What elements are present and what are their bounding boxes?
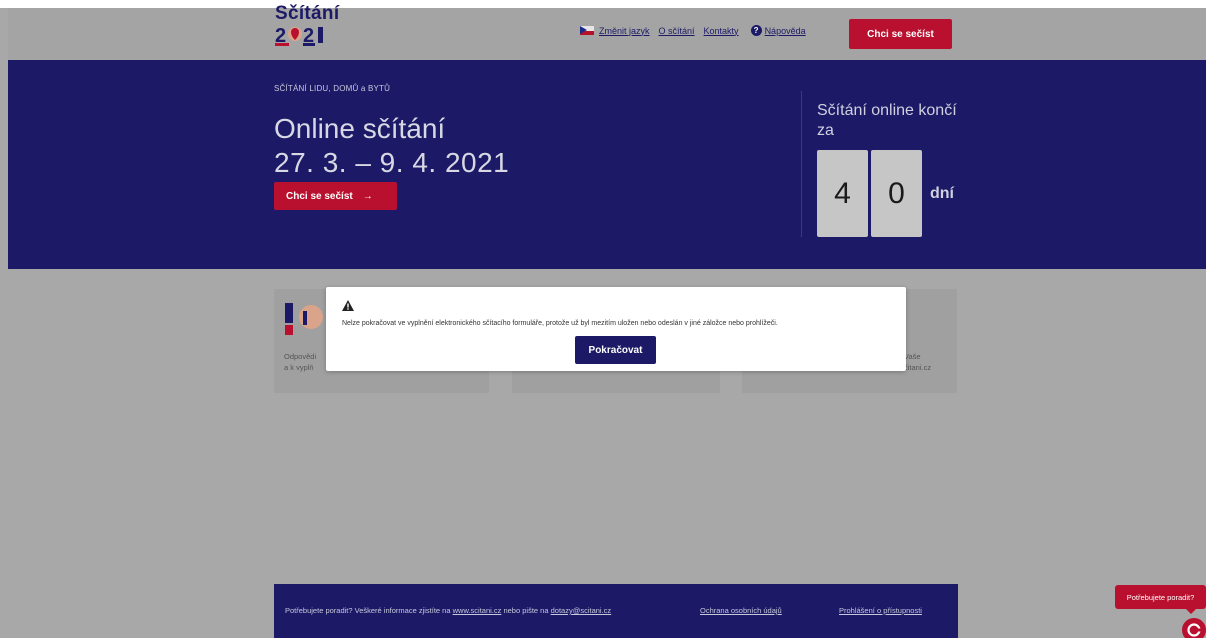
footer-text-before: Potřebujete poradit? Veškeré informace z… [285, 606, 451, 615]
arrow-right-icon: → [362, 190, 373, 202]
footer-help-text: Potřebujete poradit? Veškeré informace z… [285, 606, 611, 615]
continue-button[interactable]: Pokračovat [575, 336, 656, 364]
hero-start-census-button[interactable]: Chci se sečíst → [274, 182, 397, 210]
header-start-census-button[interactable]: Chci se sečíst [849, 19, 952, 49]
hero-dates: 27. 3. – 9. 4. 2021 [274, 147, 510, 178]
hero-divider [801, 91, 802, 237]
footer-text-middle: nebo pište na [503, 606, 549, 615]
logo-word: Sčítání [275, 3, 340, 24]
hero-banner [8, 60, 1206, 269]
warning-dialog: Nelze pokračovat ve vyplnění elektronick… [326, 287, 906, 371]
card-text: Vaše čitani.cz [904, 351, 931, 373]
countdown-digit-ones: 0 [871, 150, 922, 237]
card-text: Odpovědi a k vyplň [284, 351, 316, 373]
card-text-line: Odpovědi [284, 352, 317, 361]
top-strip [0, 0, 1206, 8]
card-text-line: a k vyplň [284, 363, 314, 372]
czech-flag-icon [580, 26, 594, 35]
privacy-link[interactable]: Ochrana osobních údajů [700, 606, 782, 615]
card-text-line: Vaše [904, 352, 921, 361]
hero-title: Online sčítání [274, 113, 446, 144]
footer-web-link[interactable]: www.scitani.cz [453, 606, 502, 615]
help-question-icon: ? [750, 25, 762, 36]
footer-email-link[interactable]: dotazy@scitani.cz [551, 606, 612, 615]
warning-icon [342, 300, 354, 311]
svg-text:2: 2 [303, 25, 314, 46]
help-bubble[interactable]: Potřebujete poradit? [1115, 585, 1206, 614]
card-illustration-icon [285, 303, 323, 335]
accessibility-link[interactable]: Prohlášení o přístupnosti [839, 606, 922, 615]
dialog-message: Nelze pokračovat ve vyplnění elektronick… [342, 320, 778, 327]
help-link[interactable]: Nápověda [765, 26, 806, 36]
scitani-logo[interactable]: Sčítání 2 2 2021 [275, 4, 345, 50]
chat-logo-icon [1187, 623, 1201, 637]
logo-year-graphic: 2 2 [275, 25, 323, 47]
site-footer: Potřebujete poradit? Veškeré informace z… [274, 584, 958, 638]
change-language-link[interactable]: Změnit jazyk [599, 26, 650, 36]
header-nav: Změnit jazyk O sčítání Kontakty ? Nápově… [580, 25, 815, 36]
hero-cta-label: Chci se sečíst [286, 190, 353, 202]
contacts-link[interactable]: Kontakty [704, 26, 739, 36]
countdown-label: Sčítání online končí za [817, 102, 957, 139]
chat-launcher-button[interactable] [1182, 618, 1206, 638]
hero-eyebrow: SČÍTÁNÍ LIDU, DOMŮ a BYTŮ [274, 84, 391, 93]
about-census-link[interactable]: O sčítání [659, 26, 695, 36]
countdown-digit-tens: 4 [817, 150, 868, 237]
svg-text:2: 2 [275, 25, 286, 46]
countdown-unit: dní [930, 185, 954, 202]
card-text-line: čitani.cz [904, 363, 932, 372]
